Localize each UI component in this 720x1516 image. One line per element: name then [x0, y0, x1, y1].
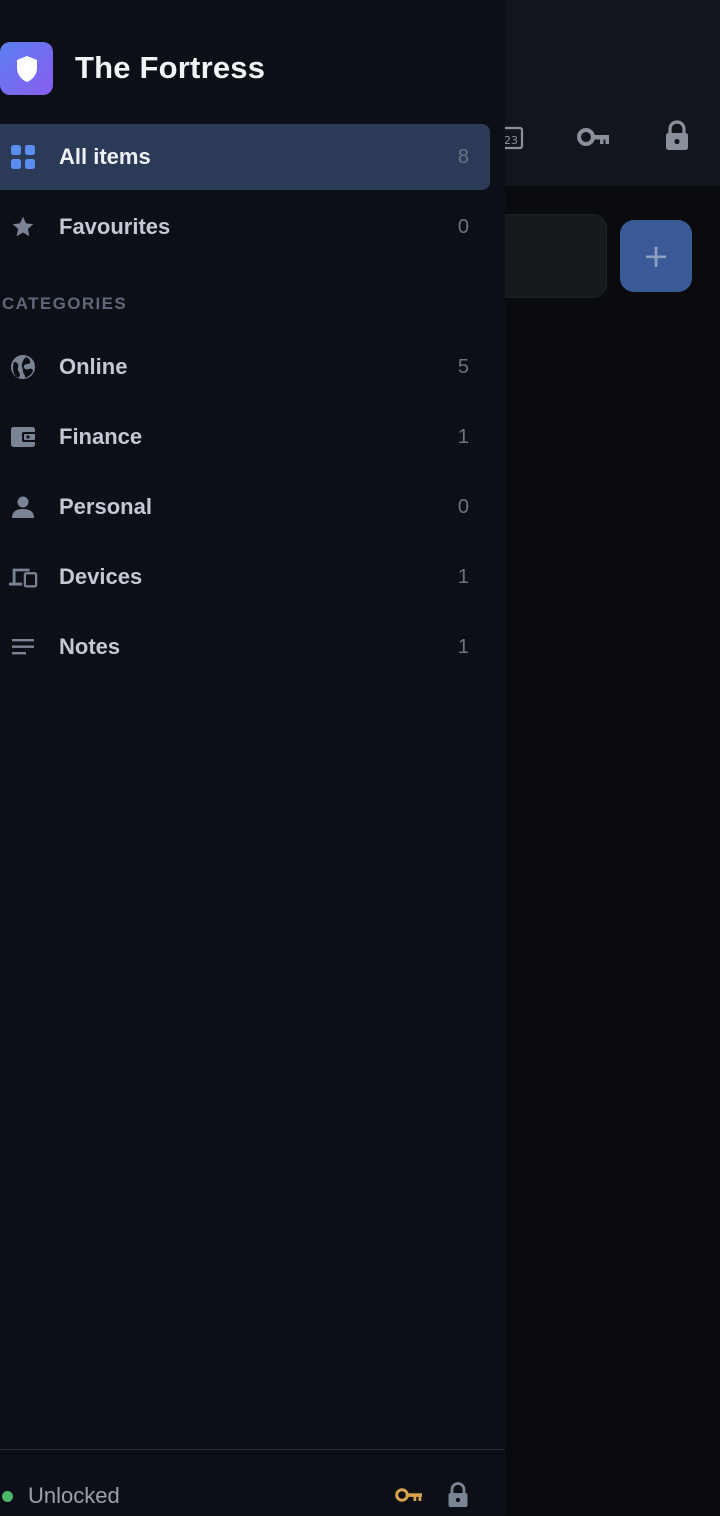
nav-label: Favourites [59, 214, 171, 239]
person-icon [8, 492, 38, 522]
star-icon [8, 212, 38, 242]
nav-item-online[interactable]: Online 5 [0, 334, 490, 400]
nav-label: Online [59, 354, 128, 379]
svg-text:23: 23 [504, 134, 518, 147]
nav-label: Devices [59, 564, 143, 589]
nav-label: Personal [59, 494, 152, 519]
notes-icon [8, 632, 38, 662]
globe-icon [8, 352, 38, 382]
nav-item-personal[interactable]: Personal 0 [0, 474, 490, 540]
navigation-drawer: The Fortress All items 8 Favourites 0 CA… [0, 0, 505, 1516]
app-title: The Fortress [75, 50, 266, 85]
nav-label: Finance [59, 424, 143, 449]
status-dot [2, 1491, 13, 1502]
nav-label: All items [59, 144, 151, 169]
nav-count: 1 [457, 635, 469, 658]
key-icon[interactable] [575, 120, 613, 154]
nav-label: Notes [59, 634, 121, 659]
nav-count: 5 [457, 355, 469, 378]
nav-item-finance[interactable]: Finance 1 [0, 404, 490, 470]
password-generator-button[interactable] [392, 1480, 426, 1514]
wallet-icon [8, 422, 38, 452]
drawer-header: The Fortress [0, 42, 505, 96]
grid-icon [8, 142, 38, 172]
lock-vault-button[interactable] [441, 1480, 475, 1514]
status-text: Unlocked [28, 1483, 120, 1508]
nav-item-all-items[interactable]: All items 8 [0, 124, 490, 190]
lock-icon[interactable] [660, 118, 694, 154]
nav-item-notes[interactable]: Notes 1 [0, 614, 490, 680]
add-item-button[interactable]: + [620, 220, 692, 292]
lock-icon [447, 1481, 469, 1513]
footer-divider [0, 1449, 505, 1450]
nav-count: 1 [457, 425, 469, 448]
nav-item-favourites[interactable]: Favourites 0 [0, 194, 490, 260]
key-icon [395, 1485, 423, 1510]
nav-count: 8 [457, 145, 469, 168]
add-label: + [642, 237, 670, 275]
shield-logo-icon [0, 42, 53, 95]
categories-header: CATEGORIES [2, 294, 128, 313]
nav-count: 0 [457, 495, 469, 518]
nav-count: 0 [457, 215, 469, 238]
nav-item-devices[interactable]: Devices 1 [0, 544, 490, 610]
nav-count: 1 [457, 565, 469, 588]
devices-icon [8, 562, 38, 592]
